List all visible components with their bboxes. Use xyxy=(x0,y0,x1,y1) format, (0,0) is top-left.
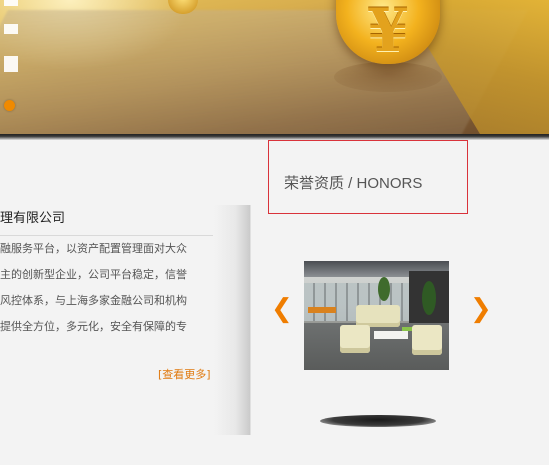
slide-indicator-dot[interactable] xyxy=(4,100,15,111)
lane-marking xyxy=(4,24,18,34)
intro-line: 融服务平台，以资产配置管理面对大众 xyxy=(0,242,187,255)
intro-line: 提供全方位，多元化，安全有保障的专 xyxy=(0,320,187,333)
view-more-link[interactable]: [查看更多] xyxy=(158,366,211,382)
chevron-left-icon[interactable]: ❮ xyxy=(271,294,293,324)
banner-coin-reflection xyxy=(334,62,442,92)
lane-marking xyxy=(4,56,18,72)
carousel-base-shadow xyxy=(320,415,436,427)
yen-coin-icon: ¥ xyxy=(336,0,440,66)
chevron-right-icon[interactable]: ❯ xyxy=(470,294,492,324)
intro-line: 风控体系，与上海多家金融公司和机构 xyxy=(0,294,187,307)
honors-title: 荣誉资质 / HONORS xyxy=(284,175,423,192)
intro-line: 主的创新型企业，公司平台稳定，信誉 xyxy=(0,268,187,281)
lane-marking xyxy=(4,0,18,6)
column-separator-shadow xyxy=(214,205,251,435)
honors-photo[interactable] xyxy=(304,261,449,370)
hero-banner: ¥ xyxy=(0,0,549,134)
company-name: 理有限公司 xyxy=(0,211,66,226)
company-intro: 融服务平台，以资产配置管理面对大众 主的创新型企业，公司平台稳定，信誉 风控体系… xyxy=(0,236,213,340)
